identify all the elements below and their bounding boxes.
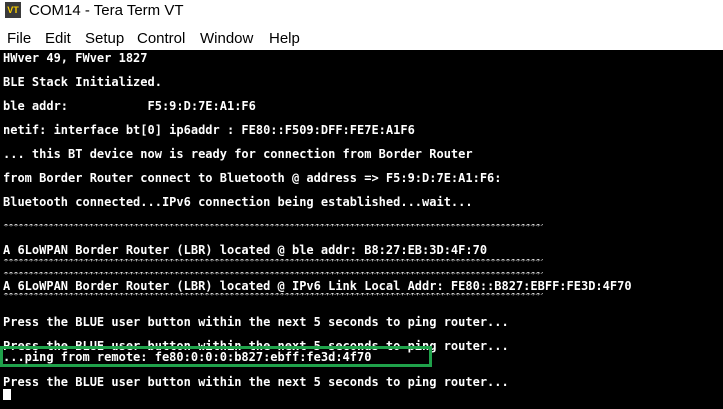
window-title: COM14 - Tera Term VT — [29, 2, 184, 19]
terminal-line: HWver 49, FWver 1827 — [3, 51, 148, 65]
menu-setup[interactable]: Setup — [85, 30, 124, 47]
terminal-line: Press the BLUE user button within the ne… — [3, 375, 509, 389]
terminal-line: from Border Router connect to Bluetooth … — [3, 171, 502, 185]
menu-file[interactable]: File — [7, 30, 31, 47]
menu-window[interactable]: Window — [200, 30, 253, 47]
terminal-line: A 6LoWPAN Border Router (LBR) located @ … — [3, 279, 632, 293]
highlight-box — [0, 346, 432, 367]
menu-help[interactable]: Help — [269, 30, 300, 47]
separator-line: ****************************************… — [3, 224, 543, 229]
menu-edit[interactable]: Edit — [45, 30, 71, 47]
teraterm-app-icon[interactable]: VT — [5, 2, 21, 18]
terminal-line: netif: interface bt[0] ip6addr : FE80::F… — [3, 123, 415, 137]
terminal-screen[interactable]: HWver 49, FWver 1827 BLE Stack Initializ… — [0, 50, 723, 409]
terminal-line: ble addr: F5:9:D:7E:A1:F6 — [3, 99, 256, 113]
terminal-line: ... this BT device now is ready for conn… — [3, 147, 473, 161]
terminal-line: Bluetooth connected...IPv6 connection be… — [3, 195, 473, 209]
terminal-line: A 6LoWPAN Border Router (LBR) located @ … — [3, 243, 488, 257]
title-bar[interactable]: VT COM14 - Tera Term VT — [0, 0, 723, 24]
terminal-line: Press the BLUE user button within the ne… — [3, 315, 509, 329]
menu-control[interactable]: Control — [137, 30, 185, 47]
separator-line: ****************************************… — [3, 259, 543, 264]
menu-bar: File Edit Setup Control Window Help — [0, 28, 723, 50]
separator-line: ****************************************… — [3, 272, 543, 277]
separator-line: ****************************************… — [3, 293, 543, 298]
text-cursor — [3, 389, 11, 400]
terminal-line: BLE Stack Initialized. — [3, 75, 162, 89]
